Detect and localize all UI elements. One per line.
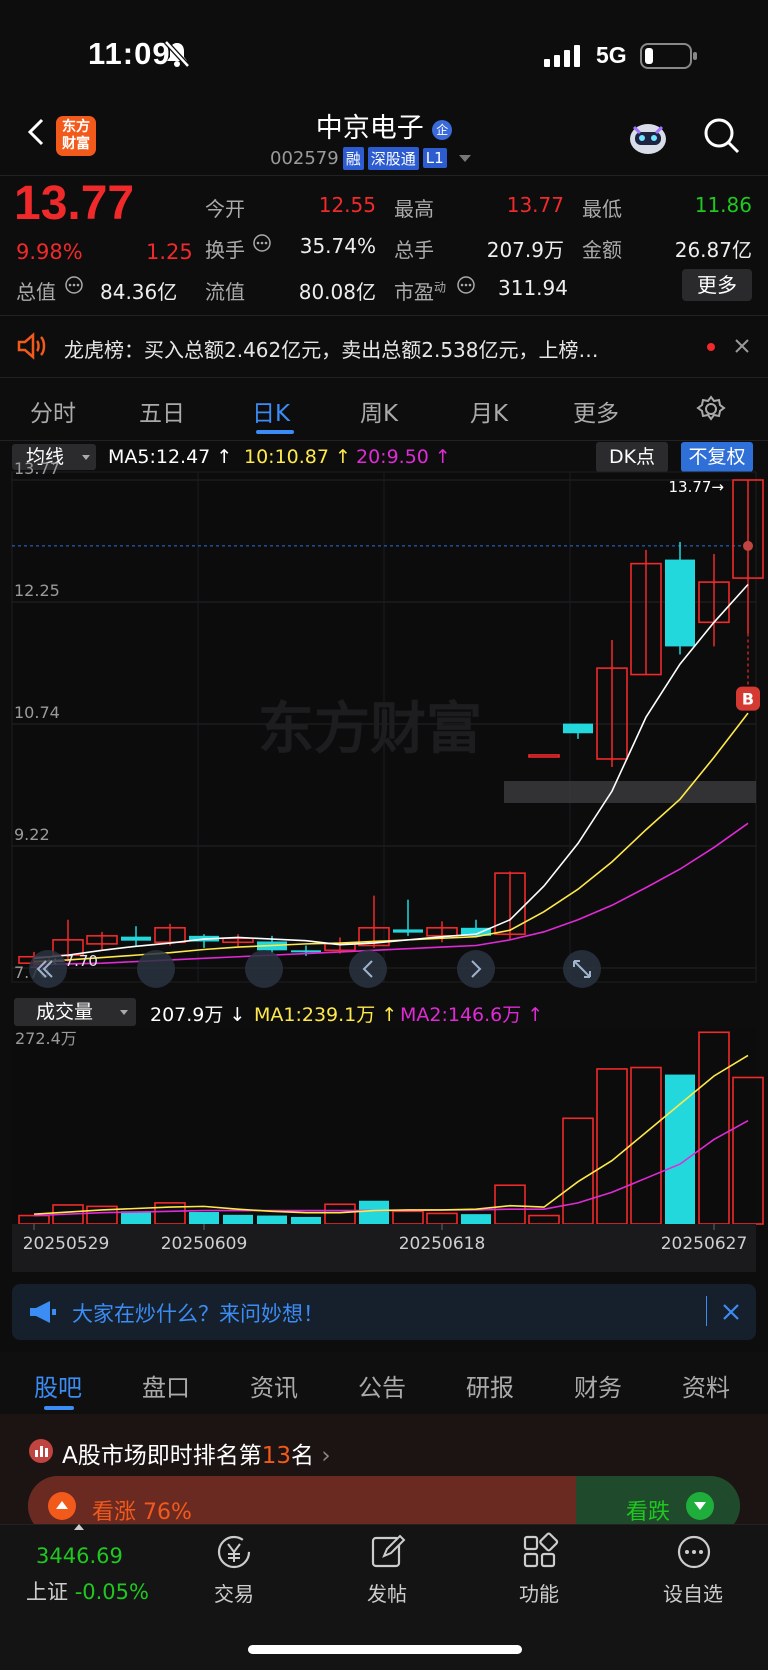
active-bottom-tab-indicator [44, 1406, 74, 1410]
bull-button[interactable] [48, 1492, 76, 1520]
vol-readout: 207.9万 ↓ [150, 1004, 246, 1026]
close-icon[interactable] [722, 1303, 740, 1321]
compose-icon [371, 1534, 406, 1568]
pan-right-button[interactable] [457, 950, 495, 988]
chevron-right-icon: › [321, 1443, 331, 1469]
volume-bar [665, 1074, 695, 1224]
bear-button[interactable] [686, 1492, 714, 1520]
bar-chart-icon [29, 1439, 53, 1463]
volume-bar [223, 1214, 253, 1224]
trade-yen-icon [217, 1535, 251, 1569]
bear-label: 看跌 [626, 1500, 671, 1525]
nav-trade[interactable]: 交易 [189, 1578, 279, 1607]
pan-left-1-button[interactable] [137, 950, 175, 988]
volume-panel-bg [12, 1028, 756, 1224]
date-tick-label: 20250609 [161, 1234, 248, 1254]
price-tick-label: 9.22 [14, 825, 50, 844]
volume-bar [359, 1200, 389, 1224]
home-indicator [248, 1645, 522, 1654]
ranking-number: 13 [261, 1443, 292, 1469]
tab-finance[interactable]: 财务 [574, 1368, 622, 1403]
date-axis-bg [12, 1224, 756, 1272]
nav-post[interactable]: 发帖 [342, 1578, 432, 1607]
volume-selector[interactable]: 成交量 [14, 998, 136, 1026]
date-tick-label: 20250627 [661, 1234, 748, 1254]
ask-bar-text: 大家在炒什么？来问妙想！ [72, 1302, 324, 1326]
index-change: -0.05% [74, 1580, 149, 1604]
pan-left-2-button[interactable] [245, 950, 283, 988]
candle-body [291, 950, 321, 953]
price-dot-marker [743, 540, 753, 551]
vol-text: 207.9万 [150, 1004, 224, 1026]
tab-profile[interactable]: 资料 [682, 1368, 730, 1403]
date-tick-label: 20250529 [23, 1234, 110, 1254]
vol-ma1-readout: MA1:239.1万 ↑ [254, 1004, 398, 1026]
bull-label: 看涨 76% [92, 1500, 192, 1525]
tab-announcements[interactable]: 公告 [358, 1368, 406, 1403]
fast-back-button[interactable] [29, 950, 67, 988]
ask-assistant-bar[interactable]: 大家在炒什么？来问妙想！ [12, 1284, 756, 1340]
price-tick-label: 10.74 [14, 703, 60, 722]
divider [706, 1296, 707, 1326]
nav-functions[interactable]: 功能 [494, 1578, 584, 1607]
functions-grid-icon [523, 1532, 559, 1568]
vol-ma2-text: MA2:146.6万 [400, 1004, 522, 1026]
tab-research[interactable]: 研报 [466, 1368, 514, 1403]
ranking-suffix: 名 [291, 1443, 315, 1469]
last-price-label: 13.77→ [668, 478, 724, 496]
caret-down-icon [120, 1010, 128, 1015]
tab-order-book[interactable]: 盘口 [142, 1368, 190, 1403]
tab-forum[interactable]: 股吧 [34, 1368, 82, 1403]
candle-body [563, 723, 593, 734]
date-tick-label: 20250618 [399, 1234, 486, 1254]
volume-bar [257, 1215, 287, 1224]
pan-left-button[interactable] [349, 950, 387, 988]
volume-bar [121, 1211, 151, 1224]
megaphone-icon [30, 1301, 56, 1323]
volume-bar [461, 1214, 491, 1224]
volume-bar [189, 1212, 219, 1224]
index-name: 上证 [26, 1580, 68, 1604]
vol-ma1-text: MA1:239.1万 [254, 1004, 376, 1026]
ranking-card: A股市场即时排名第13名 › 看涨 76% 看跌 [0, 1414, 768, 1536]
index-quote[interactable]: 上证 -0.05% [26, 1576, 149, 1606]
volume-selector-label: 成交量 [36, 1001, 94, 1023]
nav-add-watchlist[interactable]: 设自选 [648, 1578, 738, 1607]
volume-max-label: 272.4万 [15, 1029, 77, 1048]
ranking-prefix: A股市场即时排名第 [62, 1443, 262, 1469]
buy-marker-text: B [742, 690, 754, 709]
caret-up-icon [74, 1524, 84, 1530]
tab-news[interactable]: 资讯 [250, 1368, 298, 1403]
triangle-up-icon [56, 1501, 68, 1509]
vol-ma2-readout: MA2:146.6万 ↑ [400, 1004, 544, 1026]
candle-body [393, 929, 423, 933]
kline-chart[interactable]: 13.7712.2510.749.227.70东方财富13.77→B←7.702… [0, 0, 768, 1280]
ranking-text[interactable]: A股市场即时排名第13名 › [62, 1436, 331, 1470]
volume-bar [291, 1216, 321, 1224]
triangle-down-icon [694, 1502, 706, 1510]
index-value[interactable]: 3446.69 [36, 1544, 123, 1568]
watermark: 东方财富 [258, 697, 482, 762]
price-tick-label: 12.25 [14, 581, 60, 600]
candle-body [121, 936, 151, 941]
candle-body [665, 559, 695, 647]
support-band [504, 781, 756, 803]
price-tick-label: 13.77 [14, 459, 60, 478]
add-watchlist-icon [677, 1535, 711, 1569]
